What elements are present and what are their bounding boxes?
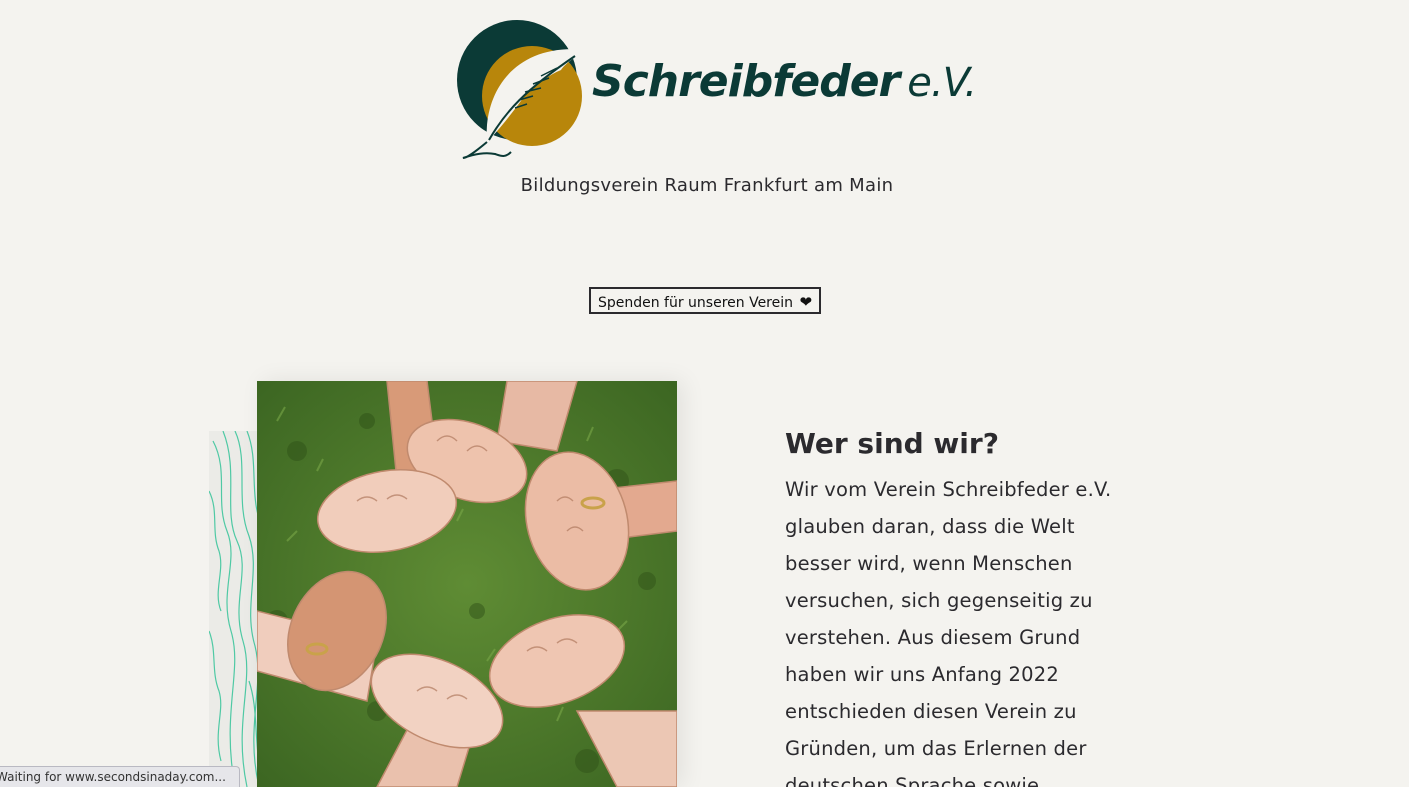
about-title: Wer sind wir? xyxy=(785,427,999,460)
tagline: Bildungsverein Raum Frankfurt am Main xyxy=(520,175,894,196)
feather-logo-icon xyxy=(457,20,587,159)
about-section: Wer sind wir? Wir vom Verein Schreibfede… xyxy=(785,425,1145,787)
logo-name: Schreibfeder xyxy=(592,56,900,107)
site-logo[interactable]: Schreibfeder e.V. xyxy=(455,12,977,162)
heart-icon: ❤ xyxy=(799,293,813,311)
donate-button-label: Spenden für unseren Verein xyxy=(597,295,794,311)
browser-status-bar: Waiting for www.secondsinaday.com... xyxy=(0,766,240,787)
logo-wordmark: Schreibfeder e.V. xyxy=(592,56,977,107)
about-text: Wir vom Verein Schreibfeder e.V. glauben… xyxy=(785,478,1112,787)
logo-suffix: e.V. xyxy=(907,60,977,106)
page: Schreibfeder e.V. Bildungsverein Raum Fra… xyxy=(0,0,1409,787)
hands-circle-photo xyxy=(257,381,677,787)
donate-button[interactable]: Spenden für unseren Verein ❤ xyxy=(589,287,821,314)
